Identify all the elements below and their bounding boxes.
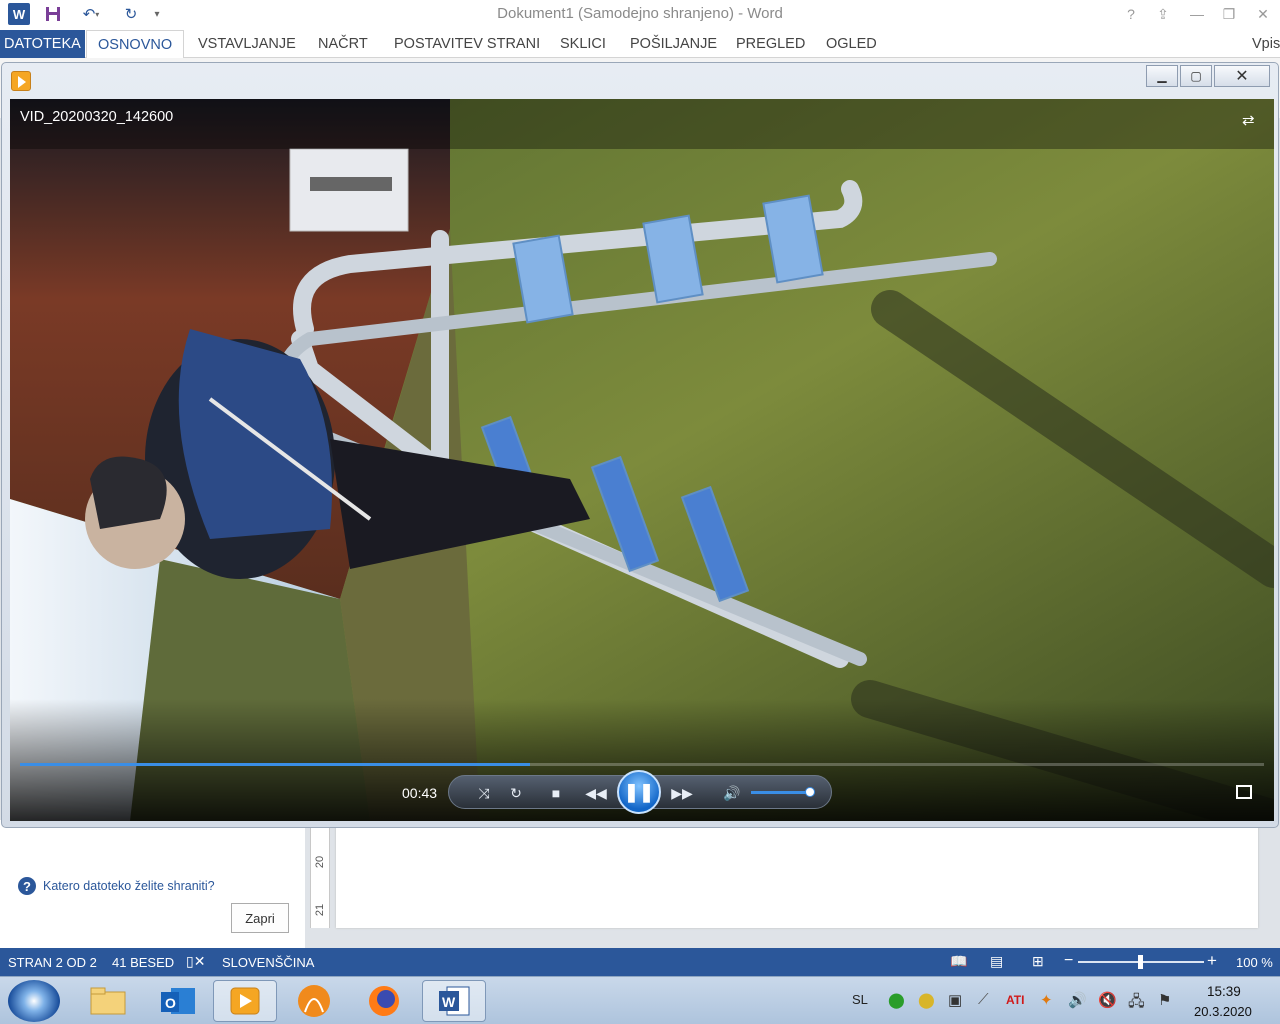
outlook-icon[interactable]: O: [146, 980, 210, 1022]
media-player-icon: [11, 71, 31, 91]
zoom-in-button[interactable]: +: [1207, 951, 1217, 971]
side-pane-question: Katero datoteko želite shraniti?: [43, 879, 215, 893]
tab-design[interactable]: NAČRT: [310, 30, 376, 58]
tab-review[interactable]: PREGLED: [728, 30, 813, 58]
previous-icon[interactable]: ◀◀: [585, 783, 607, 803]
player-window-controls: ▁ ▢ ✕: [1146, 65, 1274, 89]
help-button[interactable]: ?: [1116, 2, 1146, 26]
language-status[interactable]: SLOVENŠČINA: [222, 955, 314, 970]
tray-yellow-icon[interactable]: ⬤: [918, 991, 935, 1009]
volume-slider[interactable]: [751, 791, 813, 794]
ribbon-tabs: DATOTEKA OSNOVNO VSTAVLJANJE NAČRT POSTA…: [0, 30, 1280, 59]
ruler-number: 21: [314, 903, 327, 917]
help-question-icon: ?: [18, 877, 36, 895]
close-button[interactable]: ✕: [1248, 2, 1278, 26]
video-title: VID_20200320_142600: [20, 109, 174, 125]
ati-icon[interactable]: ATI: [1006, 993, 1024, 1007]
next-icon[interactable]: ▶▶: [671, 783, 693, 803]
proofing-icon[interactable]: ▯✕: [186, 953, 205, 970]
svg-text:O: O: [165, 995, 176, 1011]
page-count[interactable]: STRAN 2 OD 2: [8, 955, 97, 970]
tray-green-icon[interactable]: ⬤: [888, 991, 905, 1009]
start-button[interactable]: [8, 980, 60, 1022]
seek-progress: [20, 763, 531, 766]
shuffle-icon[interactable]: ⤨: [473, 783, 495, 803]
tab-mailings[interactable]: POŠILJANJE: [622, 30, 725, 58]
minimize-button[interactable]: —: [1182, 2, 1212, 26]
player-close-button[interactable]: ✕: [1214, 65, 1270, 87]
playback-controls: ⤨ ↻ ■ ◀◀ ❚❚ ▶▶ 🔊: [448, 770, 832, 814]
pause-icon[interactable]: ❚❚: [617, 770, 661, 814]
elapsed-time: 00:43: [402, 785, 438, 801]
word-title-bar: W ↶ ▾ ↻ ▾ Dokument1 (Samodejno shranjeno)…: [0, 0, 1280, 30]
tab-home[interactable]: OSNOVNO: [86, 30, 185, 59]
seek-bar[interactable]: [20, 763, 1264, 766]
clock-date[interactable]: 20.3.2020: [1194, 1004, 1252, 1019]
tab-insert[interactable]: VSTAVLJANJE: [190, 30, 304, 58]
zoom-out-button[interactable]: −: [1064, 952, 1073, 970]
media-player-taskbar-icon[interactable]: [213, 980, 277, 1022]
network-icon[interactable]: 🖧: [1128, 991, 1145, 1016]
stop-icon[interactable]: ■: [545, 783, 567, 803]
firefox-icon[interactable]: [352, 980, 416, 1022]
speaker-muted-icon[interactable]: 🔇: [1098, 991, 1117, 1009]
avast-icon[interactable]: ✦: [1040, 991, 1053, 1009]
close-pane-button[interactable]: Zapri: [231, 903, 289, 933]
web-layout-icon[interactable]: ⊞: [1032, 953, 1044, 970]
explorer-icon[interactable]: [76, 980, 140, 1022]
tray-app-icon[interactable]: ▣: [948, 991, 962, 1009]
document-page[interactable]: [336, 820, 1258, 928]
print-layout-icon[interactable]: ▤: [990, 953, 1003, 970]
restore-button[interactable]: ❐: [1214, 2, 1244, 26]
tab-view[interactable]: OGLED: [818, 30, 885, 58]
volume-tray-icon[interactable]: 🔊: [1068, 991, 1087, 1009]
volume-slider-thumb[interactable]: [805, 787, 815, 797]
word-count[interactable]: 41 BESED: [112, 955, 174, 970]
language-indicator[interactable]: SL: [852, 992, 868, 1007]
document-title: Dokument1 (Samodejno shranjeno) - Word: [497, 5, 783, 22]
repeat-icon[interactable]: ↻: [505, 783, 527, 803]
action-center-flag-icon[interactable]: ⚑: [1158, 991, 1171, 1009]
app-icon-orange[interactable]: [282, 980, 346, 1022]
volume-icon[interactable]: 🔊: [721, 783, 743, 803]
video-image: [10, 99, 1274, 821]
media-player-window[interactable]: ▁ ▢ ✕ VID_20200320_142600 ⇄ 00:43 ⤨ ↻ ■ …: [1, 62, 1279, 828]
status-bar: STRAN 2 OD 2 41 BESED ▯✕ SLOVENŠČINA 📖 ▤…: [0, 948, 1280, 976]
video-frame[interactable]: VID_20200320_142600 ⇄ 00:43 ⤨ ↻ ■ ◀◀ ❚❚ …: [10, 99, 1274, 821]
read-mode-icon[interactable]: 📖: [950, 953, 967, 970]
ribbon-display-options-button[interactable]: ⇪: [1148, 2, 1178, 26]
switch-view-icon[interactable]: ⇄: [1242, 111, 1255, 129]
tab-page-layout[interactable]: POSTAVITEV STRANI: [386, 30, 548, 58]
word-taskbar-icon[interactable]: W: [422, 980, 486, 1022]
taskbar: O W SL ⬤ ⬤ ▣ ⟋ ATI ✦ 🔊 🔇 🖧 ⚑ 15:39 20.3.…: [0, 976, 1280, 1024]
player-minimize-button[interactable]: ▁: [1146, 65, 1178, 87]
tray-network-icon[interactable]: ⟋: [978, 991, 989, 1008]
player-maximize-button[interactable]: ▢: [1180, 65, 1212, 87]
tab-references[interactable]: SKLICI: [552, 30, 614, 58]
zoom-level[interactable]: 100 %: [1236, 955, 1273, 970]
vertical-ruler: 20 21: [310, 820, 330, 928]
ruler-number: 20: [314, 855, 327, 869]
user-sign-in[interactable]: Vpis: [1244, 30, 1280, 58]
svg-text:W: W: [442, 994, 456, 1010]
zoom-slider-thumb[interactable]: [1138, 955, 1143, 969]
clock-time[interactable]: 15:39: [1207, 984, 1241, 999]
tab-file[interactable]: DATOTEKA: [0, 30, 85, 58]
fullscreen-icon[interactable]: [1236, 785, 1252, 799]
